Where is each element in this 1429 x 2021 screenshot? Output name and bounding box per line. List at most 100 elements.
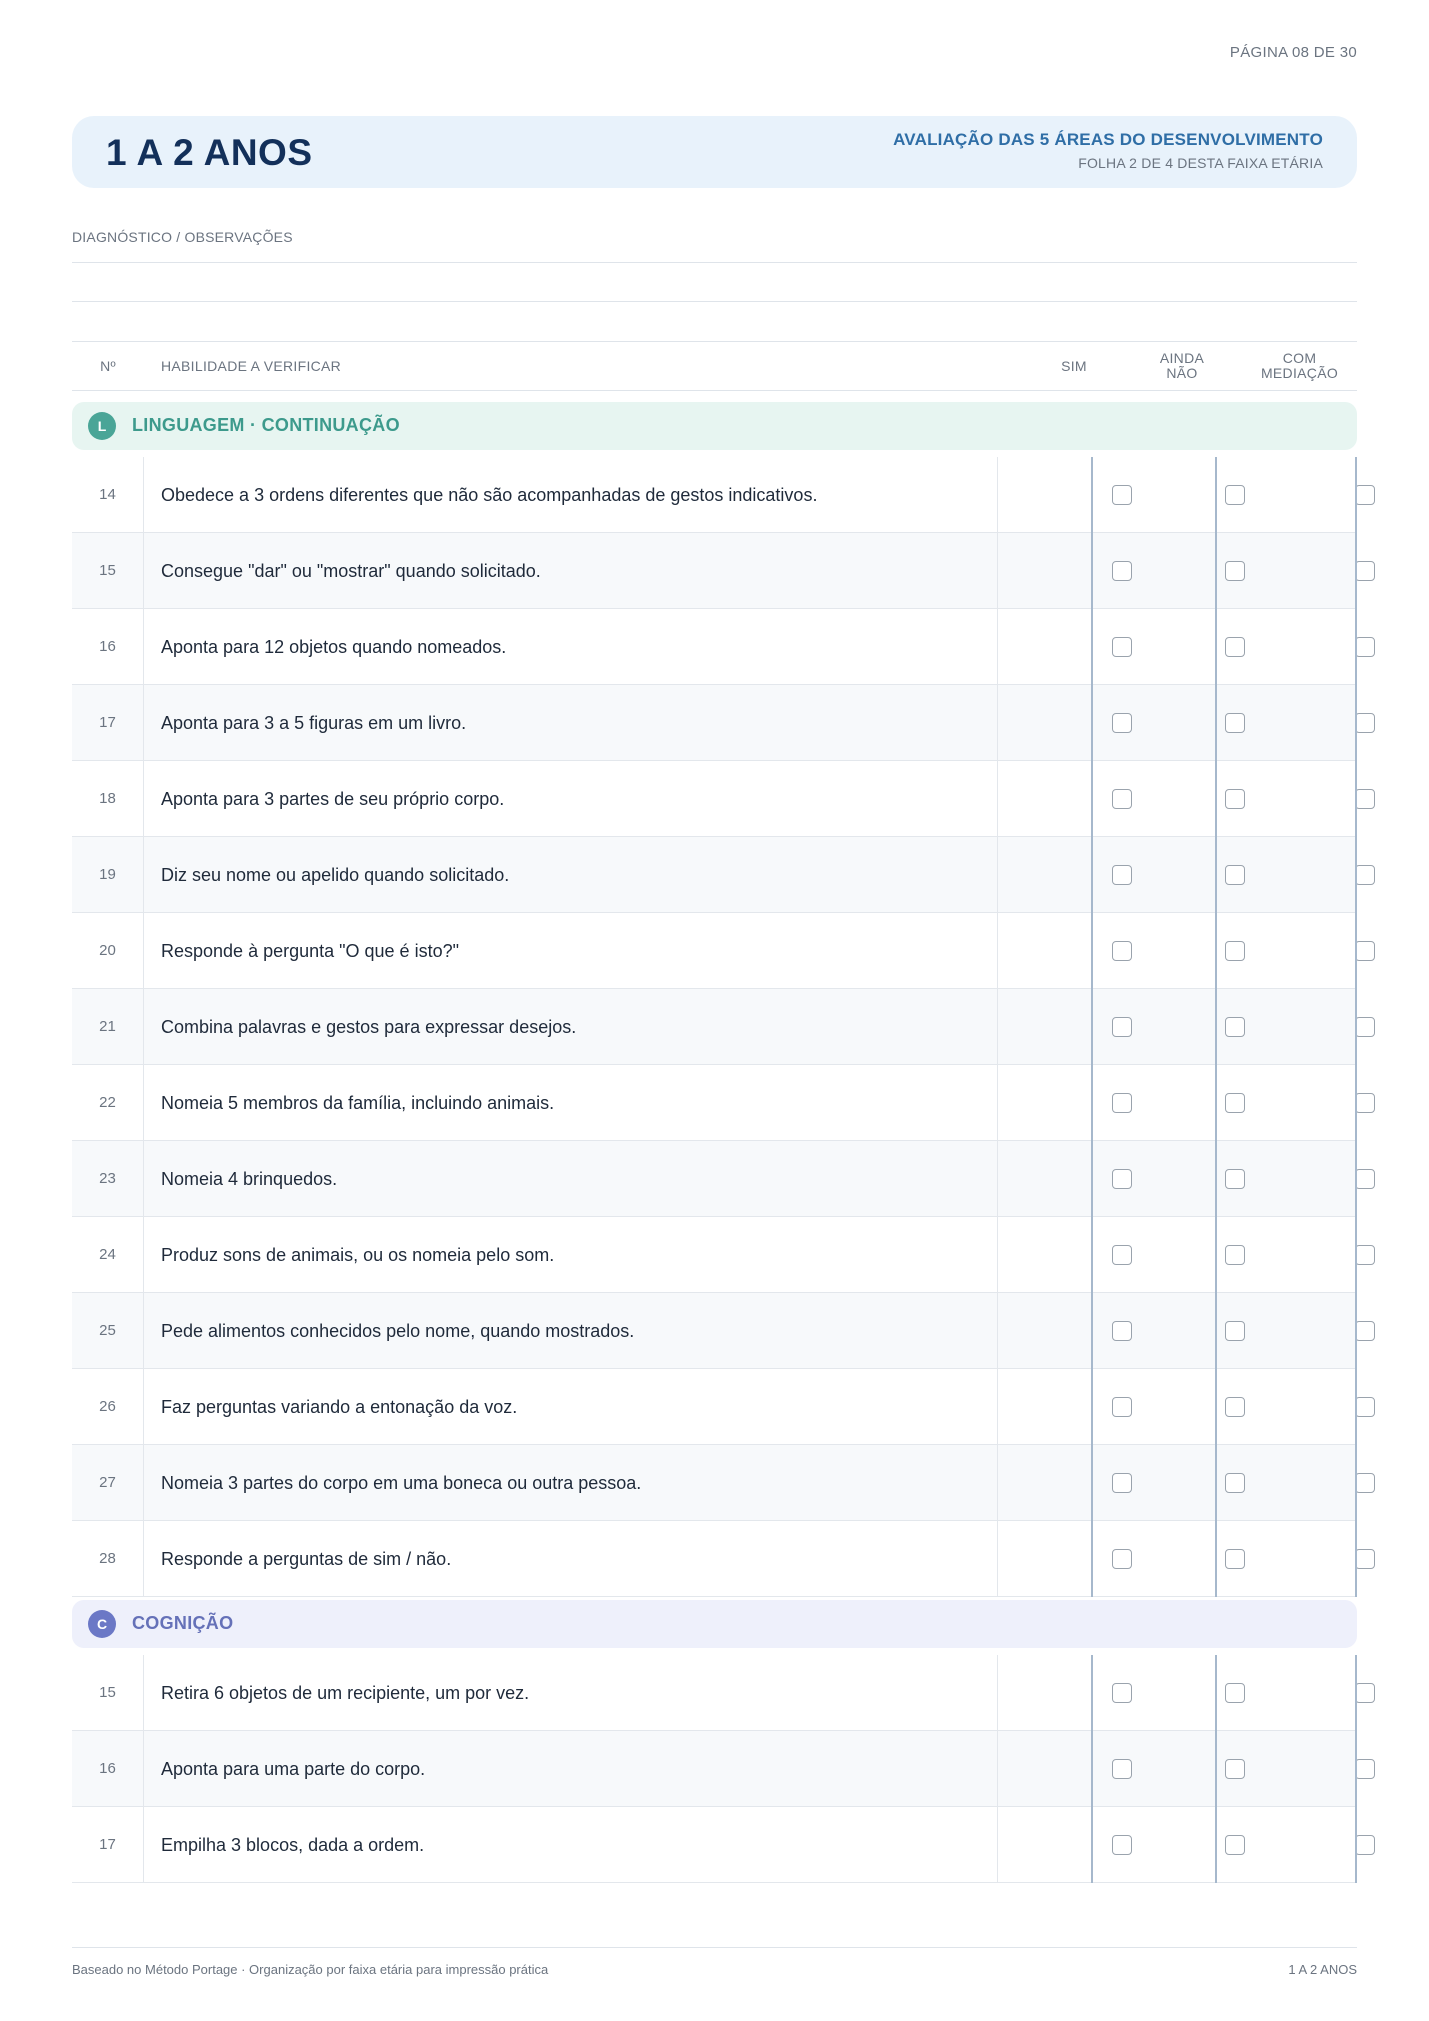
checkbox-sim[interactable] — [1112, 941, 1132, 961]
checkbox-ainda-nao[interactable] — [1225, 1683, 1245, 1703]
footer-divider — [72, 1947, 1357, 1948]
checkbox-ainda-nao[interactable] — [1225, 1093, 1245, 1113]
checkbox-sim[interactable] — [1112, 1549, 1132, 1569]
table-row: 15 Retira 6 objetos de um recipiente, um … — [72, 1655, 1375, 1731]
checkbox-sim[interactable] — [1112, 1245, 1132, 1265]
checkbox-ainda-nao[interactable] — [1225, 1017, 1245, 1037]
column-separator — [997, 837, 998, 912]
checkbox-ainda-nao[interactable] — [1225, 865, 1245, 885]
checkbox-com-mediacao[interactable] — [1355, 1835, 1375, 1855]
checkbox-ainda-nao[interactable] — [1225, 1397, 1245, 1417]
table-row: 17 Aponta para 3 a 5 figuras em um livro. — [72, 685, 1375, 761]
column-separator — [997, 1065, 998, 1140]
checkbox-sim[interactable] — [1112, 713, 1132, 733]
checkbox-sim[interactable] — [1112, 485, 1132, 505]
checkbox-ainda-nao[interactable] — [1225, 789, 1245, 809]
checkbox-ainda-nao[interactable] — [1225, 713, 1245, 733]
checkbox-ainda-nao[interactable] — [1225, 637, 1245, 657]
checkbox-sim[interactable] — [1112, 1473, 1132, 1493]
observations-line-2 — [72, 301, 1357, 302]
column-separator — [997, 685, 998, 760]
column-separator — [997, 989, 998, 1064]
checkbox-com-mediacao[interactable] — [1355, 1397, 1375, 1417]
checkbox-com-mediacao[interactable] — [1355, 713, 1375, 733]
header-not-yet-line-2: NÃO — [1166, 365, 1198, 381]
item-number: 14 — [72, 457, 144, 533]
checkbox-sim[interactable] — [1112, 865, 1132, 885]
footer-age-range: 1 A 2 ANOS — [1288, 1962, 1357, 1977]
checkbox-sim[interactable] — [1112, 1835, 1132, 1855]
header-not-yet-line-1: AINDA — [1159, 350, 1205, 366]
banner-title: 1 A 2 ANOS — [106, 132, 313, 173]
checkbox-sim[interactable] — [1112, 1759, 1132, 1779]
item-number: 25 — [72, 1293, 144, 1369]
checkbox-ainda-nao[interactable] — [1225, 1169, 1245, 1189]
section-cognition: C COGNIÇÃO — [72, 1600, 1357, 1648]
language-items: 14 Obedece a 3 ordens diferentes que não … — [72, 457, 1375, 1597]
item-number: 17 — [72, 1807, 144, 1883]
checkbox-sim[interactable] — [1112, 1093, 1132, 1113]
checkbox-ainda-nao[interactable] — [1225, 1473, 1245, 1493]
column-separator — [997, 1217, 998, 1292]
column-separator — [997, 1293, 998, 1368]
banner-sheet-info: FOLHA 2 DE 4 DESTA FAIXA ETÁRIA — [1078, 155, 1323, 171]
item-number: 23 — [72, 1141, 144, 1217]
table-row: 23 Nomeia 4 brinquedos. — [72, 1141, 1375, 1217]
section-language: L LINGUAGEM · CONTINUAÇÃO — [72, 402, 1357, 450]
column-divider — [1355, 457, 1357, 1597]
checkbox-com-mediacao[interactable] — [1355, 637, 1375, 657]
column-separator — [997, 1141, 998, 1216]
checkbox-ainda-nao[interactable] — [1225, 1245, 1245, 1265]
checkbox-com-mediacao[interactable] — [1355, 789, 1375, 809]
checkbox-ainda-nao[interactable] — [1225, 1549, 1245, 1569]
table-header: Nº HABILIDADE A VERIFICAR SIM AINDA NÃO … — [72, 341, 1357, 391]
checkbox-com-mediacao[interactable] — [1355, 1321, 1375, 1341]
checkbox-com-mediacao[interactable] — [1355, 561, 1375, 581]
item-text: Nomeia 3 partes do corpo em uma boneca o… — [161, 1473, 642, 1493]
checkbox-com-mediacao[interactable] — [1355, 1683, 1375, 1703]
item-number: 24 — [72, 1217, 144, 1293]
checkbox-com-mediacao[interactable] — [1355, 1169, 1375, 1189]
checkbox-sim[interactable] — [1112, 1321, 1132, 1341]
checkbox-sim[interactable] — [1112, 561, 1132, 581]
checkbox-com-mediacao[interactable] — [1355, 1759, 1375, 1779]
checkbox-ainda-nao[interactable] — [1225, 1835, 1245, 1855]
header-not-yet: AINDA NÃO — [1127, 351, 1237, 381]
table-row: 27 Nomeia 3 partes do corpo em uma boneca… — [72, 1445, 1375, 1521]
header-yes: SIM — [1061, 358, 1087, 374]
checkbox-com-mediacao[interactable] — [1355, 485, 1375, 505]
checkbox-com-mediacao[interactable] — [1355, 1017, 1375, 1037]
table-row: 28 Responde a perguntas de sim / não. — [72, 1521, 1375, 1597]
checkbox-ainda-nao[interactable] — [1225, 1321, 1245, 1341]
checkbox-ainda-nao[interactable] — [1225, 561, 1245, 581]
checkbox-com-mediacao[interactable] — [1355, 1549, 1375, 1569]
table-row: 16 Aponta para uma parte do corpo. — [72, 1731, 1375, 1807]
checkbox-sim[interactable] — [1112, 1169, 1132, 1189]
section-title: LINGUAGEM · CONTINUAÇÃO — [132, 415, 400, 435]
item-text: Responde a perguntas de sim / não. — [161, 1549, 452, 1569]
table-row: 19 Diz seu nome ou apelido quando solicit… — [72, 837, 1375, 913]
banner-info: AVALIAÇÃO DAS 5 ÁREAS DO DESENVOLVIMENTO… — [893, 130, 1323, 171]
checkbox-ainda-nao[interactable] — [1225, 941, 1245, 961]
item-text: Faz perguntas variando a entonação da vo… — [161, 1397, 518, 1417]
checkbox-sim[interactable] — [1112, 789, 1132, 809]
age-range-banner: 1 A 2 ANOS AVALIAÇÃO DAS 5 ÁREAS DO DESE… — [72, 116, 1357, 188]
page-number: PÁGINA 08 DE 30 — [1229, 44, 1357, 61]
checkbox-ainda-nao[interactable] — [1225, 485, 1245, 505]
checkbox-sim[interactable] — [1112, 1397, 1132, 1417]
checkbox-sim[interactable] — [1112, 1683, 1132, 1703]
checkbox-com-mediacao[interactable] — [1355, 1473, 1375, 1493]
checkbox-ainda-nao[interactable] — [1225, 1759, 1245, 1779]
table-row: 15 Consegue "dar" ou "mostrar" quando sol… — [72, 533, 1375, 609]
checkbox-com-mediacao[interactable] — [1355, 865, 1375, 885]
checkbox-com-mediacao[interactable] — [1355, 1093, 1375, 1113]
checkbox-sim[interactable] — [1112, 1017, 1132, 1037]
checkbox-com-mediacao[interactable] — [1355, 941, 1375, 961]
table-row: 20 Responde à pergunta "O que é isto?" — [72, 913, 1375, 989]
column-separator — [997, 761, 998, 836]
item-number: 21 — [72, 989, 144, 1065]
item-text: Empilha 3 blocos, dada a ordem. — [161, 1835, 425, 1855]
column-separator — [997, 1369, 998, 1444]
checkbox-com-mediacao[interactable] — [1355, 1245, 1375, 1265]
checkbox-sim[interactable] — [1112, 637, 1132, 657]
